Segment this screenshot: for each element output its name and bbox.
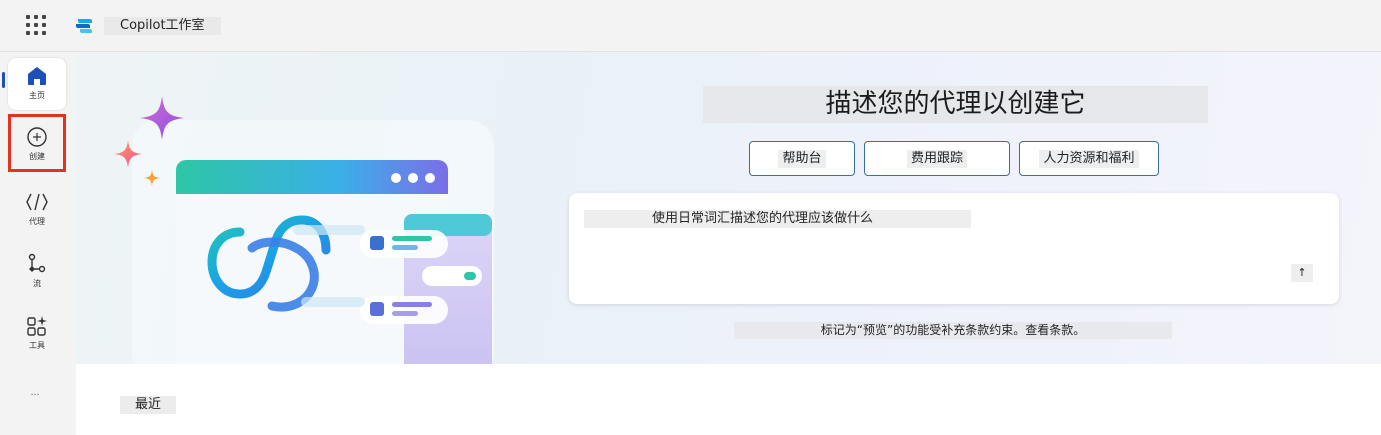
- nav-item-label: 流: [33, 279, 41, 288]
- nav-item-label: 创建: [29, 152, 45, 161]
- agent-description-input[interactable]: 使用日常词汇描述您的代理应该做什么 ↑: [569, 193, 1339, 304]
- copilot-illustration: [114, 96, 494, 364]
- suggestion-chip-hr[interactable]: 人力资源和福利: [1019, 141, 1159, 176]
- plus-circle-icon: [27, 127, 47, 147]
- left-nav-rail: 主页 创建 代理 流 工具 …: [0, 52, 76, 435]
- more-button[interactable]: …: [24, 388, 46, 398]
- prompt-placeholder: 使用日常词汇描述您的代理应该做什么: [584, 210, 971, 228]
- chip-label: 人力资源和福利: [1039, 150, 1139, 168]
- flow-icon: [28, 253, 46, 273]
- nav-item-label: 工具: [29, 341, 45, 350]
- top-bar: Copilot工作室: [0, 0, 1381, 52]
- tools-icon: [27, 316, 47, 336]
- nav-item-label: 代理: [29, 217, 45, 226]
- app-title[interactable]: Copilot工作室: [104, 17, 221, 35]
- nav-item-create[interactable]: 创建: [8, 114, 66, 172]
- preview-terms-notice[interactable]: 标记为“预览”的功能受补充条款约束。查看条款。: [734, 322, 1172, 339]
- suggestion-chip-expense[interactable]: 费用跟踪: [864, 141, 1010, 176]
- suggestion-chip-helpdesk[interactable]: 帮助台: [749, 141, 855, 176]
- home-icon: [28, 67, 46, 85]
- nav-item-tools[interactable]: 工具: [8, 308, 66, 360]
- recent-heading: 最近: [120, 396, 176, 414]
- nav-item-label: 主页: [29, 91, 45, 100]
- chip-label: 费用跟踪: [906, 150, 967, 168]
- app-launcher-icon[interactable]: [26, 15, 46, 35]
- agent-code-icon: [26, 193, 48, 211]
- recent-section: 最近: [76, 364, 1381, 435]
- nav-item-flows[interactable]: 流: [8, 246, 66, 298]
- nav-item-home[interactable]: 主页: [8, 58, 66, 110]
- main-content: 描述您的代理以创建它 帮助台 费用跟踪 人力资源和福利 使用日常词汇描述您的代理…: [76, 52, 1381, 435]
- send-button[interactable]: ↑: [1291, 264, 1313, 282]
- chip-label: 帮助台: [778, 150, 826, 168]
- hero-section: 描述您的代理以创建它 帮助台 费用跟踪 人力资源和福利 使用日常词汇描述您的代理…: [76, 52, 1381, 364]
- hero-title: 描述您的代理以创建它: [703, 86, 1208, 123]
- copilot-studio-logo: [76, 19, 92, 33]
- nav-item-agents[interactable]: 代理: [8, 184, 66, 236]
- selected-indicator: [2, 72, 5, 88]
